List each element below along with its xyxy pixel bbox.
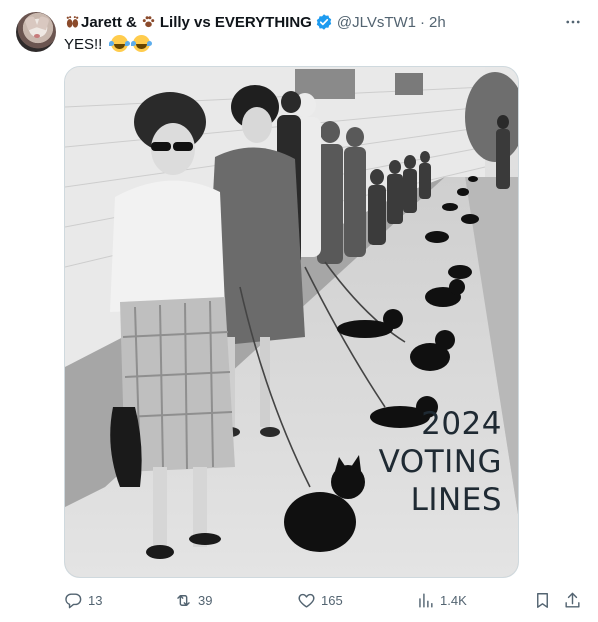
tweet-text: YES!! [64, 35, 150, 53]
repost-count: 39 [198, 592, 213, 608]
photo-overlay-text: 2024 VOTING LINES [342, 405, 502, 519]
like-button[interactable]: 165 [297, 588, 343, 612]
overlay-line-1: 2024 [421, 406, 502, 442]
display-name-part2: Lilly vs EVERYTHING [159, 13, 312, 31]
reply-count: 13 [88, 592, 103, 608]
views-button[interactable]: 1.4K [416, 588, 467, 612]
tears-of-joy-emoji-icon [130, 35, 150, 52]
feet-emoji-icon [65, 14, 80, 31]
separator-dot: · [419, 13, 425, 31]
verified-badge-icon [315, 13, 333, 31]
like-count: 165 [321, 592, 343, 608]
overlay-line-2: VOTING [378, 444, 502, 480]
views-chart-icon [419, 592, 433, 608]
media-photo[interactable]: 2024 VOTING LINES [64, 66, 519, 578]
tweet-header: Jarett & Lilly vs EVERYTHING @JLVsTW1 · … [64, 12, 446, 32]
reply-icon [65, 592, 82, 608]
paw-prints-emoji-icon [141, 14, 156, 31]
share-icon [565, 592, 580, 608]
tears-of-joy-emoji-icon [108, 35, 128, 52]
tweet-actions: 13 39 165 1.4K [64, 588, 584, 612]
repost-button[interactable]: 39 [174, 588, 212, 612]
views-count: 1.4K [440, 592, 467, 608]
tweet-text-content: YES!! [64, 36, 103, 53]
bookmark-button[interactable] [533, 588, 557, 612]
display-name[interactable]: Jarett & Lilly vs EVERYTHING [64, 13, 333, 31]
user-handle[interactable]: @JLVsTW1 [337, 14, 416, 31]
heart-icon [298, 593, 315, 608]
avatar[interactable] [16, 12, 56, 52]
repost-icon [177, 594, 190, 606]
share-button[interactable] [563, 588, 587, 612]
timestamp[interactable]: 2h [429, 14, 446, 31]
reply-button[interactable]: 13 [64, 588, 102, 612]
display-name-part1: Jarett & [81, 13, 137, 31]
tweet[interactable]: Jarett & Lilly vs EVERYTHING @JLVsTW1 · … [0, 0, 598, 622]
overlay-line-3: LINES [410, 482, 502, 518]
more-options-icon[interactable] [562, 12, 584, 32]
bookmark-icon [537, 592, 548, 608]
